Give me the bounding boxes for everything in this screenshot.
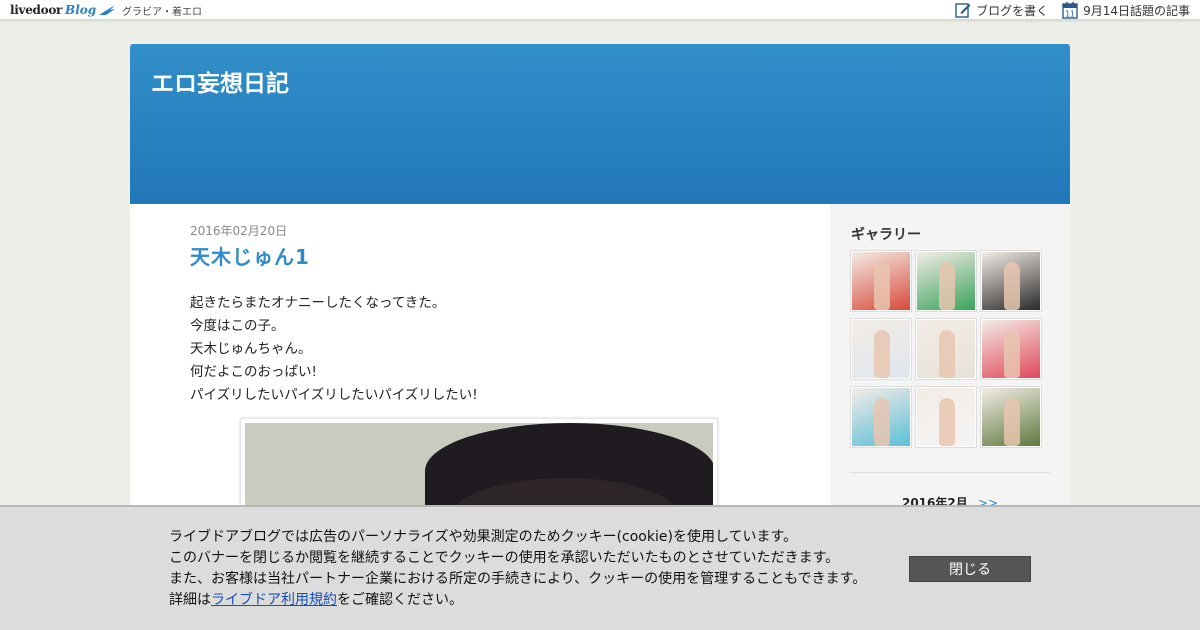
cookie-close-button[interactable]: 閉じる [909,556,1031,582]
gallery-grid [850,250,1042,448]
thumbnail-image [852,320,910,378]
post-line: 起きたらまたオナニーしたくなってきた。 [190,295,446,311]
thumbnail-figure [939,262,955,310]
thumbnail-figure [1004,262,1020,310]
thumbnail-image [917,388,975,446]
bird-icon [99,5,116,15]
post-line: 今度はこの子。 [190,318,285,334]
topic-articles-link[interactable]: 11 9月14日話題の記事 [1062,1,1190,19]
category-link[interactable]: グラビア・着エロ [122,3,202,18]
calendar-day-number: 11 [1065,9,1075,18]
cookie-line: このバナーを閉じるか閲覧を継続することでクッキーの使用を承認いただいたものとさせ… [169,550,840,566]
cookie-line: また、お客様は当社パートナー企業における所定の手続きにより、クッキーの使用を管理… [169,571,867,587]
post-title[interactable]: 天木じゅん1 [190,241,770,270]
post-line: 天木じゅんちゃん。 [190,341,312,357]
gallery-thumbnail[interactable] [915,250,977,312]
livedoor-blog-logo[interactable]: livedoor Blog [10,2,116,18]
thumbnail-image [917,320,975,378]
gallery-heading: ギャラリー [851,227,921,243]
gallery-thumbnail[interactable] [850,250,912,312]
global-topbar: livedoor Blog グラビア・着エロ ブログを書く 11 9月14日話題… [0,0,1200,20]
post-line: 何だよこのおっぱい! [190,364,317,380]
thumbnail-figure [939,398,955,446]
thumbnail-figure [939,330,955,378]
pencil-note-icon [955,3,971,18]
gallery-thumbnail[interactable] [980,250,1042,312]
post-line: パイズリしたいパイズリしたいパイズリしたい! [190,387,478,403]
sidebar-divider [850,472,1050,473]
cookie-detail-prefix: 詳細は [169,592,211,608]
article: 2016年02月20日 天木じゅん1 起きたらまたオナニーしたくなってきた。 今… [190,222,770,538]
logo-livedoor-text: livedoor [10,3,63,17]
thumbnail-figure [1004,398,1020,446]
blog-title[interactable]: エロ妄想日記 [151,64,289,98]
write-blog-label: ブログを書く [976,3,1049,18]
thumbnail-figure [874,262,890,310]
gallery-thumbnail[interactable] [980,318,1042,380]
cookie-detail-suffix: をご確認ください。 [337,592,463,608]
thumbnail-image [982,320,1040,378]
write-blog-button[interactable]: ブログを書く [955,2,1048,19]
thumbnail-image [917,252,975,310]
cookie-banner: ライブドアブログでは広告のパーソナライズや効果測定のためクッキー(cookie)… [0,505,1200,630]
topbar-actions: ブログを書く 11 9月14日話題の記事 [941,1,1190,19]
calendar-icon: 11 [1062,1,1078,19]
gallery-thumbnail[interactable] [850,318,912,380]
cookie-line: 詳細はライブドア利用規約をご確認ください。 [169,590,866,611]
gallery-thumbnail[interactable] [915,318,977,380]
thumbnail-image [982,388,1040,446]
thumbnail-image [982,252,1040,310]
cookie-line: ライブドアブログでは広告のパーソナライズや効果測定のためクッキー(cookie)… [169,529,798,545]
thumbnail-image [852,252,910,310]
thumbnail-figure [874,330,890,378]
thumbnail-figure [874,398,890,446]
gallery-thumbnail[interactable] [850,386,912,448]
topic-articles-label: 9月14日話題の記事 [1083,3,1190,18]
thumbnail-figure [1004,330,1020,378]
post-body: 起きたらまたオナニーしたくなってきた。 今度はこの子。 天木じゅんちゃん。 何だ… [190,292,770,407]
terms-of-use-link[interactable]: ライブドア利用規約 [211,592,337,608]
thumbnail-image [852,388,910,446]
gallery-thumbnail[interactable] [980,386,1042,448]
cookie-notice-text: ライブドアブログでは広告のパーソナライズや効果測定のためクッキー(cookie)… [169,527,866,611]
blog-header: エロ妄想日記 [130,44,1070,204]
logo-blog-text: Blog [65,3,97,17]
gallery-thumbnail[interactable] [915,386,977,448]
post-date: 2016年02月20日 [190,224,288,238]
